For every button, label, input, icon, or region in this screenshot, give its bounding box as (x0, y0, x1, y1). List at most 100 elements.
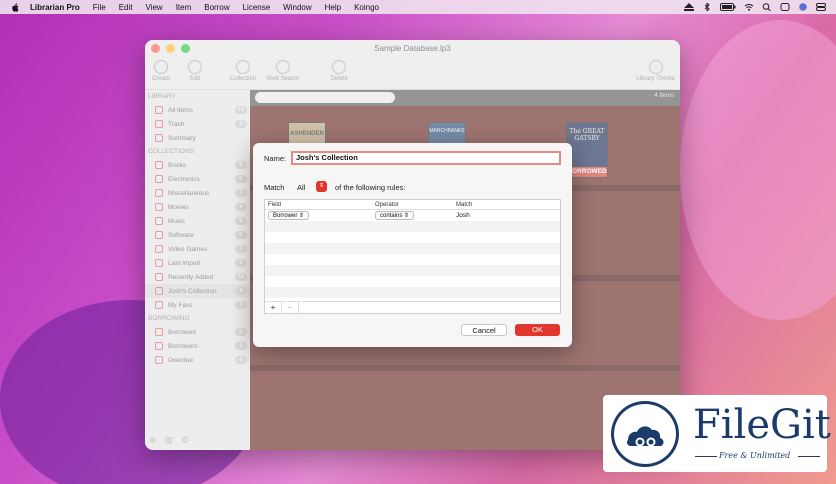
add-collection-icon[interactable]: ⊕ (149, 435, 157, 446)
column-header[interactable]: Operator (372, 202, 453, 208)
plus-icon (154, 60, 168, 74)
sidebar-item-label: Video Games (168, 245, 208, 253)
sidebar-item-music[interactable]: Music 0 (145, 214, 250, 228)
table-row-empty (265, 254, 560, 265)
toolbar-label: Collection (229, 76, 257, 82)
trash-icon[interactable]: ▥ (165, 435, 174, 446)
sidebar-item-summary[interactable]: Summary (145, 131, 250, 145)
smart-collection-icon (155, 287, 163, 295)
sidebar-item-label: Trash (168, 120, 185, 128)
table-row-empty (265, 287, 560, 298)
collection-button[interactable]: Collection (223, 58, 263, 82)
sidebar-item-all-items[interactable]: All Items 13 (145, 103, 250, 117)
column-header[interactable]: Field (265, 202, 372, 208)
sidebar-item-miscellaneous[interactable]: Miscellaneous 0 (145, 186, 250, 200)
sidebar-item-recently-added[interactable]: Recently Added 13 (145, 270, 250, 284)
sidebar-item-video-games[interactable]: Video Games 2 (145, 242, 250, 256)
count-badge: 7 (235, 301, 247, 309)
sidebar-item-label: Miscellaneous (168, 189, 210, 197)
table-row-empty (265, 221, 560, 232)
sidebar-item-electronics[interactable]: Electronics 0 (145, 172, 250, 186)
gear-icon (236, 60, 250, 74)
name-field[interactable]: Josh's Collection (291, 151, 561, 165)
control-center-icon[interactable] (816, 3, 826, 11)
toolbar-label: Create (151, 76, 170, 82)
clock-icon (155, 273, 163, 281)
sidebar-item-label: Movies (168, 203, 189, 211)
chevron-updown-icon[interactable]: ⇕ (316, 181, 327, 192)
name-label: Name: (264, 154, 287, 163)
search-input[interactable] (255, 92, 395, 103)
sidebar-item-label: Borrowed (168, 328, 196, 336)
sidebar-item-label: Josh's Collection (168, 287, 217, 295)
add-rule-button[interactable]: + (265, 302, 282, 314)
sidebar-item-trash[interactable]: Trash 0 (145, 117, 250, 131)
menu-view[interactable]: View (145, 3, 162, 12)
sidebar-item-movies[interactable]: Movies 4 (145, 200, 250, 214)
sidebar-item-borrowers[interactable]: Borrowers 1 (145, 339, 250, 353)
bluetooth-icon[interactable] (702, 1, 712, 13)
user-switch-icon[interactable] (780, 3, 790, 11)
sidebar-item-overdue[interactable]: Overdue 0 (145, 353, 250, 367)
menu-app-name[interactable]: Librarian Pro (30, 3, 80, 12)
misc-icon (155, 189, 163, 197)
count-badge: 0 (235, 259, 247, 267)
menu-license[interactable]: License (243, 3, 271, 12)
match-label: Match (264, 183, 285, 192)
sidebar-item-label: Overdue (168, 356, 193, 364)
count-badge: 0 (235, 120, 247, 128)
divider (798, 456, 820, 457)
table-row[interactable]: Borrower ⇕ contains ⇕ Josh (265, 210, 560, 221)
table-row-empty (265, 276, 560, 287)
field-select[interactable]: Borrower ⇕ (268, 211, 310, 220)
menu-edit[interactable]: Edit (119, 3, 133, 12)
theme-icon (648, 60, 663, 74)
search-icon[interactable] (762, 3, 772, 12)
count-badge: 0 (235, 217, 247, 225)
toolbar-label: Delete (330, 76, 348, 82)
battery-icon[interactable] (720, 3, 736, 11)
search-bar: 4 Items (250, 90, 680, 106)
library-theme-button[interactable]: Library Theme (633, 58, 678, 82)
menu-file[interactable]: File (93, 3, 106, 12)
toolbar-label: Web Search (266, 76, 300, 82)
sidebar-item-label: All Items (168, 106, 193, 114)
delete-button[interactable]: Delete (319, 58, 359, 82)
sidebar-item-label: Last Import (168, 259, 201, 267)
gear-icon[interactable]: ⚙ (181, 435, 189, 446)
globe-icon (276, 60, 290, 74)
siri-icon[interactable] (798, 3, 808, 11)
filegit-logo-icon (611, 401, 679, 467)
menu-help[interactable]: Help (325, 3, 341, 12)
sidebar-item-last-import[interactable]: Last Import 0 (145, 256, 250, 270)
ok-button[interactable]: OK (515, 324, 560, 336)
match-value-field[interactable]: Josh (453, 212, 560, 219)
sidebar-item-books[interactable]: Books 8 (145, 158, 250, 172)
web-search-button[interactable]: Web Search (263, 58, 303, 82)
count-badge: 1 (235, 342, 247, 350)
menu-extras (684, 0, 826, 14)
sidebar-item-my-favs[interactable]: My Favs 7 (145, 298, 250, 312)
summary-icon (155, 134, 163, 142)
operator-select[interactable]: contains ⇕ (375, 211, 415, 220)
menu-item[interactable]: Item (176, 3, 192, 12)
count-badge: 13 (235, 106, 247, 114)
match-mode-select[interactable]: All (297, 183, 305, 192)
book-cover[interactable]: The GREAT GATSBY BORROWED (566, 122, 608, 178)
sidebar-item-software[interactable]: Software 0 (145, 228, 250, 242)
book-title: The GREAT GATSBY (569, 128, 605, 142)
apple-icon[interactable] (10, 2, 20, 12)
cancel-button[interactable]: Cancel (461, 324, 507, 336)
menu-koingo[interactable]: Koingo (354, 3, 379, 12)
column-header[interactable]: Match (453, 202, 560, 208)
borrowed-badge: BORROWED (567, 167, 607, 177)
eject-icon[interactable] (684, 3, 694, 11)
menu-window[interactable]: Window (283, 3, 311, 12)
remove-rule-button[interactable]: − (282, 302, 299, 314)
sidebar-footer: ⊕ ▥ ⚙ (145, 430, 250, 450)
edit-button[interactable]: Edit (175, 58, 215, 82)
sidebar-item-borrowed[interactable]: Borrowed 0 (145, 325, 250, 339)
menu-borrow[interactable]: Borrow (204, 3, 229, 12)
wifi-icon[interactable] (744, 3, 754, 11)
sidebar-item-joshs-collection[interactable]: Josh's Collection 4 (145, 284, 250, 298)
